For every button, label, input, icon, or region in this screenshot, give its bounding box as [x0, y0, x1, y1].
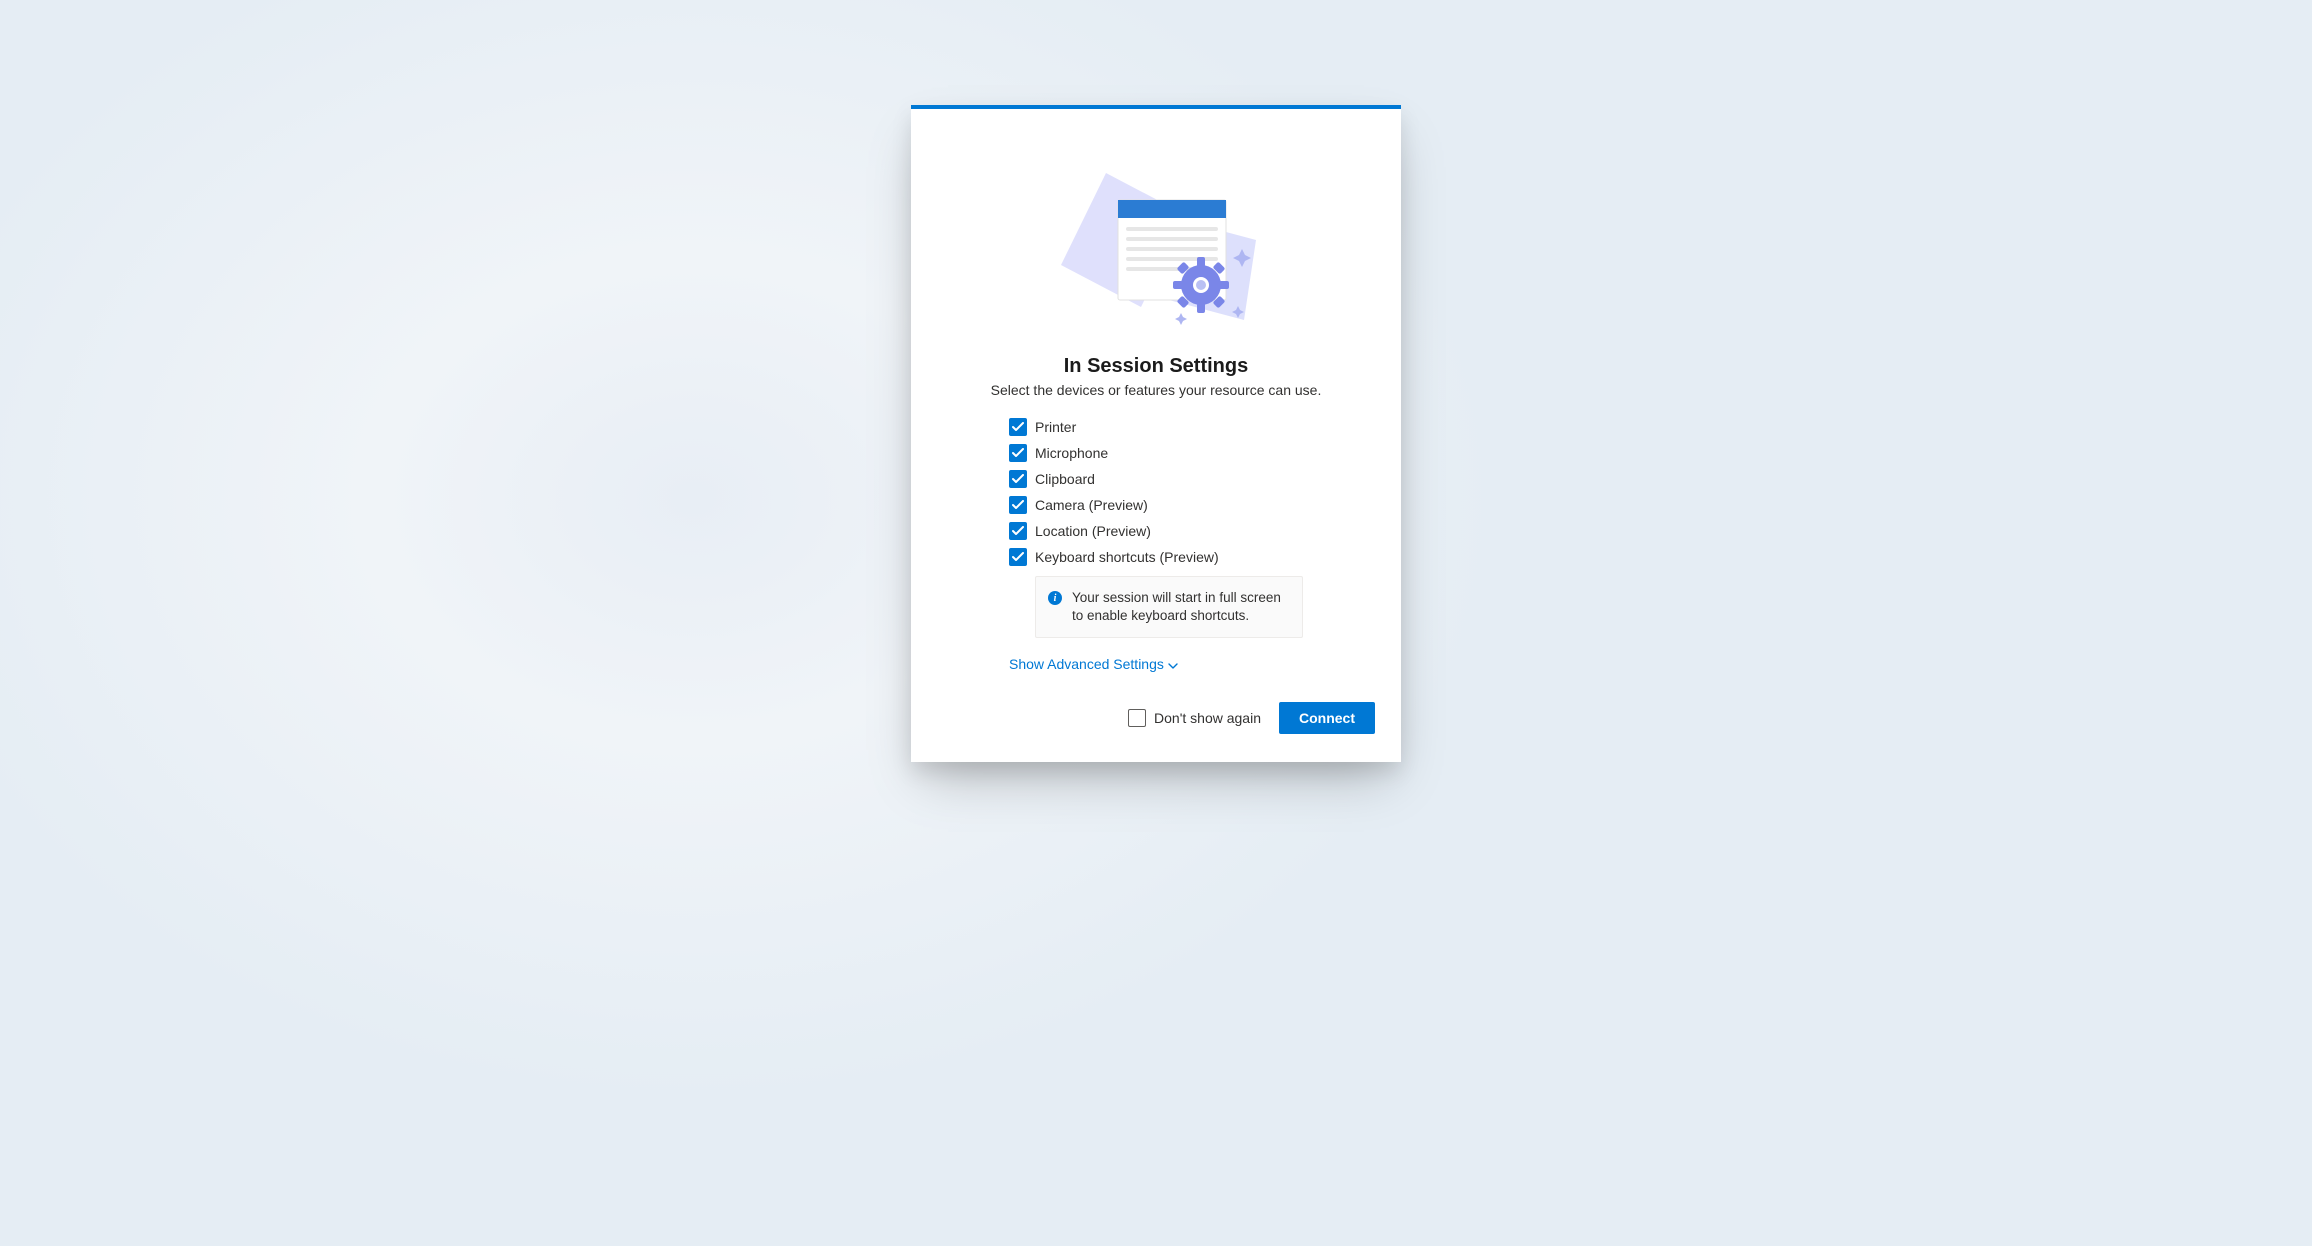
- option-label: Camera (Preview): [1035, 497, 1148, 513]
- option-camera: Camera (Preview): [1009, 496, 1303, 514]
- checkbox-clipboard[interactable]: [1009, 470, 1027, 488]
- option-label: Keyboard shortcuts (Preview): [1035, 549, 1219, 565]
- option-keyboard-shortcuts: Keyboard shortcuts (Preview): [1009, 548, 1303, 566]
- info-icon: i: [1048, 591, 1062, 605]
- connect-button[interactable]: Connect: [1279, 702, 1375, 734]
- show-advanced-settings-link[interactable]: Show Advanced Settings: [1009, 656, 1178, 672]
- session-settings-dialog: In Session Settings Select the devices o…: [911, 105, 1401, 762]
- dont-show-label: Don't show again: [1154, 710, 1261, 726]
- options-list: Printer Microphone Clipboard Camera (Pre…: [911, 418, 1401, 638]
- option-label: Printer: [1035, 419, 1076, 435]
- advanced-link-label: Show Advanced Settings: [1009, 656, 1164, 672]
- dialog-footer: Don't show again Connect: [911, 674, 1401, 734]
- checkbox-dont-show[interactable]: [1128, 709, 1146, 727]
- option-label: Location (Preview): [1035, 523, 1151, 539]
- option-label: Microphone: [1035, 445, 1108, 461]
- info-text: Your session will start in full screen t…: [1072, 589, 1286, 625]
- dont-show-again[interactable]: Don't show again: [1128, 709, 1261, 727]
- illustration: [911, 109, 1401, 355]
- option-label: Clipboard: [1035, 471, 1095, 487]
- dialog-title: In Session Settings: [951, 355, 1361, 378]
- checkbox-microphone[interactable]: [1009, 444, 1027, 462]
- info-box: i Your session will start in full screen…: [1035, 576, 1303, 638]
- option-printer: Printer: [1009, 418, 1303, 436]
- checkbox-location[interactable]: [1009, 522, 1027, 540]
- option-microphone: Microphone: [1009, 444, 1303, 462]
- dialog-subtitle: Select the devices or features your reso…: [951, 382, 1361, 398]
- checkbox-printer[interactable]: [1009, 418, 1027, 436]
- option-location: Location (Preview): [1009, 522, 1303, 540]
- chevron-down-icon: [1168, 656, 1178, 672]
- option-clipboard: Clipboard: [1009, 470, 1303, 488]
- checkbox-keyboard-shortcuts[interactable]: [1009, 548, 1027, 566]
- checkbox-camera[interactable]: [1009, 496, 1027, 514]
